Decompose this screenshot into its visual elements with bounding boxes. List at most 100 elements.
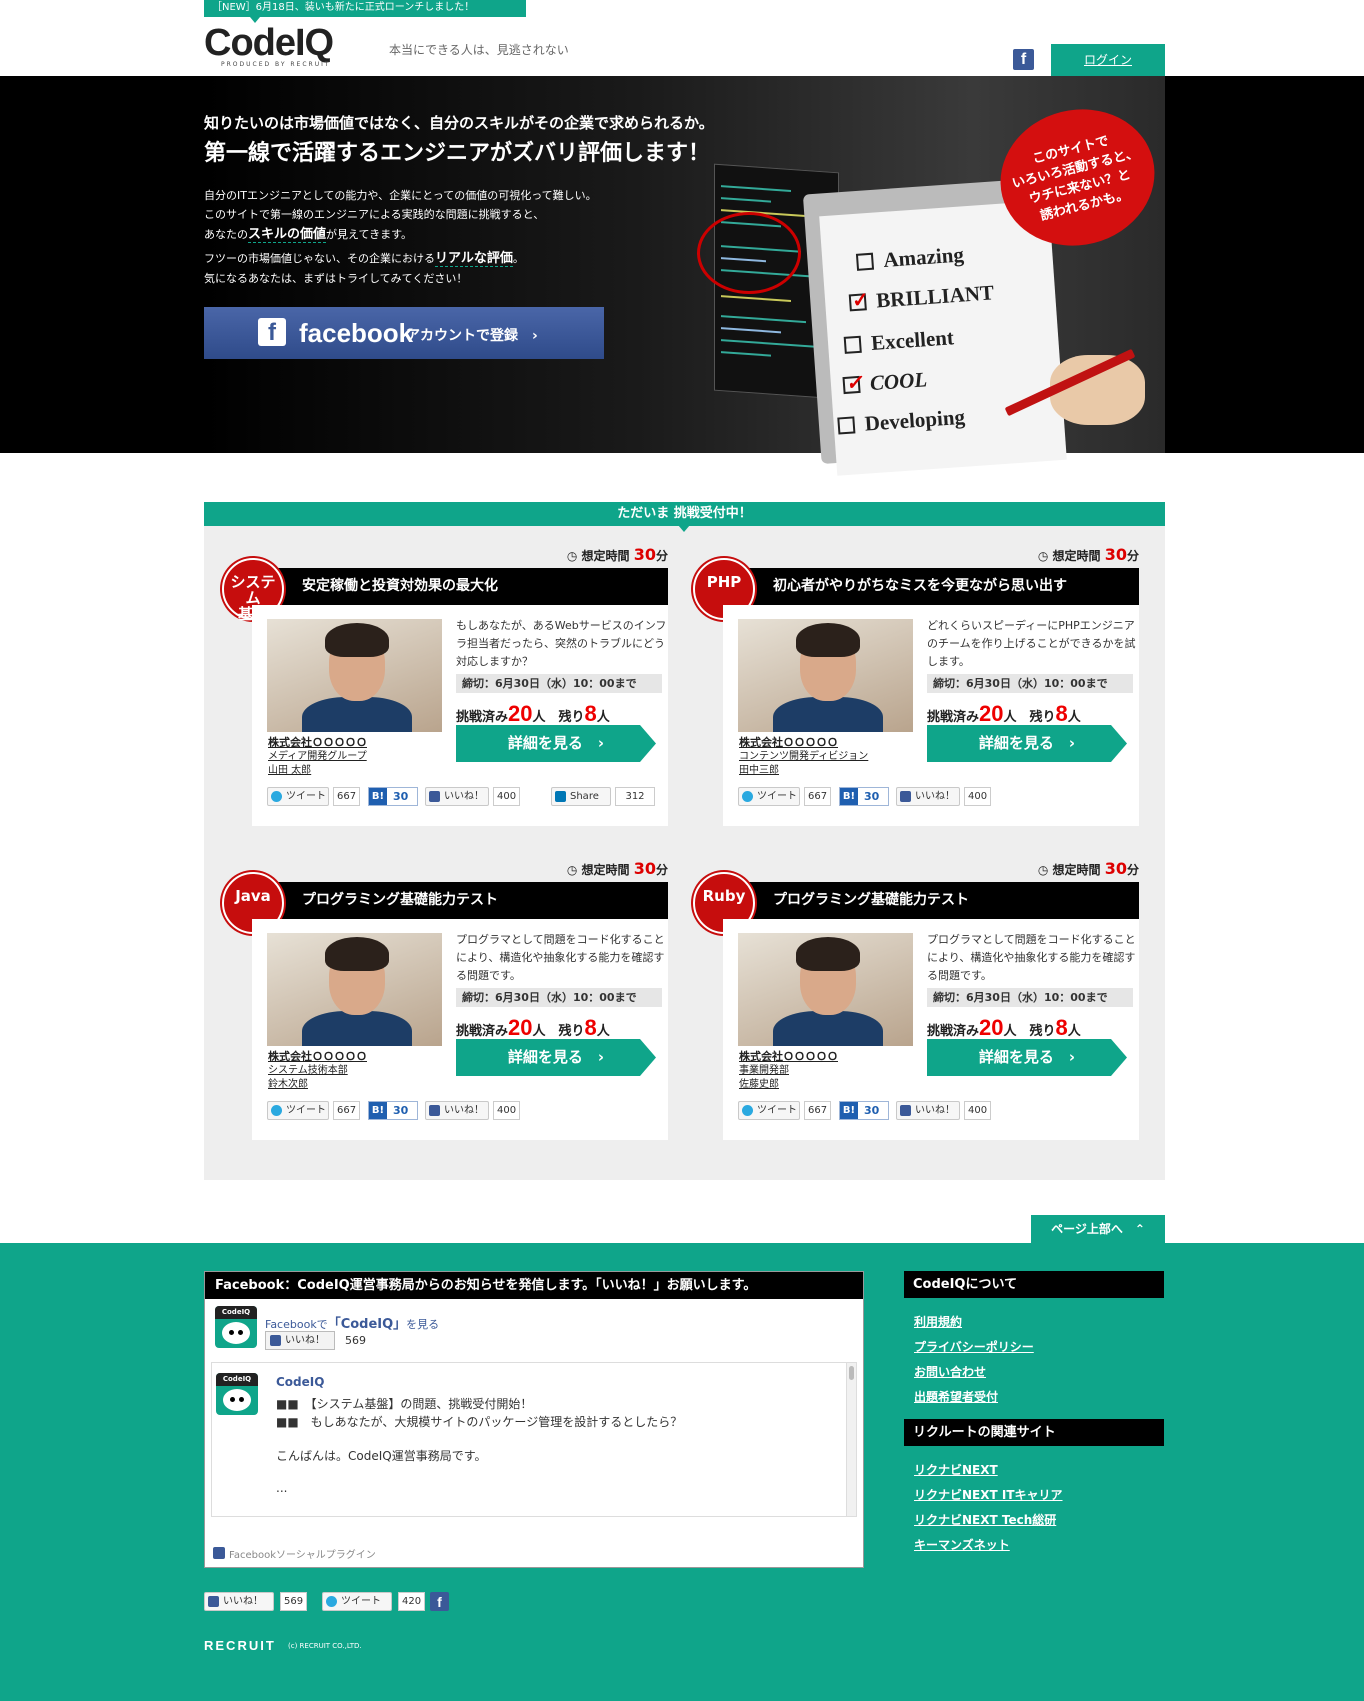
login-button[interactable]: ログイン [1051,44,1165,76]
footer-tweet-button[interactable]: ツイート [322,1592,392,1611]
challenge-body: もしあなたが、あるWebサービスのインフラ担当者だったら、突然のトラブルにどう対… [252,605,668,826]
tweet-label: ツイート [341,1596,381,1607]
linkedin-share-button[interactable]: Share [551,787,611,806]
footer-tweet-count: 420 [398,1592,426,1611]
recruit-logo[interactable]: RECRUIT [204,1638,276,1653]
facebook-social-plugin-label[interactable]: Facebookソーシャルプラグイン [213,1546,376,1561]
feed-scrollbar[interactable] [846,1363,856,1516]
like-label: いいね！ [444,791,484,802]
codeiq-logo[interactable]: CodeIQ PRODUCED BY RECRUIT [204,24,364,70]
facebook-page-widget: Facebook：CodeIQ運営事務局からのお知らせを発信します。「いいね！」… [204,1271,864,1568]
tweet-button[interactable]: ツイート [738,1101,800,1120]
hatena-bookmark-button[interactable]: B! 30 [368,1101,418,1120]
linkedin-count: 312 [615,787,655,806]
detail-button[interactable]: 詳細を見る › [927,725,1127,762]
facebook-like-button[interactable]: いいね！ [425,787,489,806]
challenge-card[interactable]: ◷ 想定時間 30分 初心者がやりがちなミスを今更ながら思い出す PHP どれく… [693,532,1139,826]
challenge-card[interactable]: ◷ 想定時間 30分 プログラミング基礎能力テスト Java プログラマとして問… [222,846,668,1140]
footer-link-contact[interactable]: お問い合わせ [914,1363,986,1380]
feed-post-line: ■■ 【システム基盤】の問題、挑戦受付開始！ [276,1397,533,1411]
logo-text: CodeIQ [204,22,334,64]
news-banner[interactable]: ［NEW］6月18日、装いも新たに正式ローンチしました！ [204,0,526,17]
time-label: 想定時間 [1052,863,1101,877]
challenge-title[interactable]: プログラミング基礎能力テスト [252,882,668,919]
author-company[interactable]: 株式会社ＯＯＯＯＯ [268,736,367,750]
facebook-like-button[interactable]: いいね！ [896,787,960,806]
facebook-like-page-button[interactable]: いいね！ [265,1331,335,1350]
facebook-like-button[interactable]: いいね！ [896,1101,960,1120]
hero-text-4: フツーの市場価値じゃない、その企業におけるリアルな評価。 [204,249,524,269]
fb-link-suffix: を見る [406,1318,440,1331]
detail-button[interactable]: 詳細を見る › [927,1039,1127,1076]
footer-facebook-icon[interactable]: f [430,1592,449,1611]
hatena-bookmark-button[interactable]: B! 30 [839,787,889,806]
facebook-icon[interactable]: f [1013,49,1034,70]
checklist-label: COOL [869,367,928,396]
author-company[interactable]: 株式会社ＯＯＯＯＯ [739,1050,838,1064]
author-department[interactable]: コンテンツ開発ディビジョン [739,750,868,764]
challenges-heading-pointer [678,525,690,532]
hero-text-3c: が見えてきます。 [326,228,413,241]
challenge-card[interactable]: ◷ 想定時間 30分 安定稼働と投資対効果の最大化 システム 基盤 もしあなたが… [222,532,668,826]
challenge-stats: 挑戦済み20人 残り8人 [927,701,1081,727]
facebook-icon [208,1596,219,1607]
detail-button[interactable]: 詳細を見る › [456,1039,656,1076]
challenge-title[interactable]: 初心者がやりがちなミスを今更ながら思い出す [723,568,1139,605]
facebook-feed[interactable]: CodeIQ CodeIQ ■■ 【システム基盤】の問題、挑戦受付開始！ ■■ … [211,1362,857,1517]
back-to-top-button[interactable]: ページ上部へ ⌃ [1031,1215,1165,1243]
author-name[interactable]: 田中三郎 [739,764,868,778]
hero-text-3a: あなたの [204,228,248,241]
time-label: 想定時間 [1052,549,1101,563]
footer-link-terms[interactable]: 利用規約 [914,1313,962,1330]
facebook-page-link[interactable]: Facebookで「CodeIQ」を見る [265,1313,439,1332]
mascot-label: CodeIQ [216,1373,258,1386]
challenges-heading: ただいま 挑戦受付中！ [204,502,1165,526]
author-name[interactable]: 鈴木次郎 [268,1078,367,1092]
mascot-face [223,1389,251,1411]
footer-link-keymans-net[interactable]: キーマンズネット [914,1536,1010,1553]
checklist-paper: Amazing BRILLIANT Excellent COOL Develop… [819,200,1067,476]
logo-subtitle: PRODUCED BY RECRUIT [221,61,331,68]
footer-facebook-like-button[interactable]: いいね！ [204,1592,274,1611]
tweet-button[interactable]: ツイート [267,1101,329,1120]
facebook-icon [900,791,911,802]
tweet-button[interactable]: ツイート [738,787,800,806]
footer-link-rikunabi-tech[interactable]: リクナビNEXT Tech総研 [914,1511,1056,1528]
detail-button[interactable]: 詳細を見る › [456,725,656,762]
clock-icon: ◷ [566,549,582,563]
checklist-item: COOL [842,367,928,398]
challenge-title[interactable]: プログラミング基礎能力テスト [723,882,1139,919]
footer-link-rikunabi-it[interactable]: リクナビNEXT ITキャリア [914,1486,1063,1503]
challenged-count: 20 [508,1015,533,1040]
footer-link-privacy[interactable]: プライバシーポリシー [914,1338,1034,1355]
like-count: 400 [493,787,521,806]
hero-text-4c: 。 [512,252,524,265]
author-department[interactable]: システム技術本部 [268,1064,367,1078]
author-name[interactable]: 山田 太郎 [268,764,367,778]
hatena-bookmark-button[interactable]: B! 30 [839,1101,889,1120]
author-name[interactable]: 佐藤史郎 [739,1078,838,1092]
facebook-register-button[interactable]: f facebook アカウントで登録 › [204,307,604,359]
twitter-icon [742,1105,753,1116]
author-company[interactable]: 株式会社ＯＯＯＯＯ [739,736,868,750]
author-company[interactable]: 株式会社ＯＯＯＯＯ [268,1050,367,1064]
codeiq-mascot-avatar[interactable]: CodeIQ [215,1306,257,1348]
hatena-count: 30 [864,1104,880,1117]
time-label: 想定時間 [581,549,630,563]
facebook-widget-title: Facebook：CodeIQ運営事務局からのお知らせを発信します。「いいね！」… [205,1272,863,1299]
author-department[interactable]: メディア開発グループ [268,750,367,764]
feed-post-line: ■■ もしあなたが、大規模サイトのパッケージ管理を設計するとしたら？ [276,1415,683,1429]
hatena-bookmark-button[interactable]: B! 30 [368,787,418,806]
checkbox-icon [843,335,862,354]
time-minutes: 30 [633,859,656,878]
facebook-like-button[interactable]: いいね！ [425,1101,489,1120]
footer-link-submit-question[interactable]: 出題希望者受付 [914,1388,998,1405]
time-unit: 分 [1126,549,1139,563]
footer-link-rikunabi-next[interactable]: リクナビNEXT [914,1461,998,1478]
feed-author-link[interactable]: CodeIQ [276,1375,324,1389]
like-label: いいね！ [223,1596,263,1607]
author-department[interactable]: 事業開発部 [739,1064,838,1078]
tweet-button[interactable]: ツイート [267,787,329,806]
challenge-card[interactable]: ◷ 想定時間 30分 プログラミング基礎能力テスト Ruby プログラマとして問… [693,846,1139,1140]
challenge-title[interactable]: 安定稼働と投資対効果の最大化 [252,568,668,605]
